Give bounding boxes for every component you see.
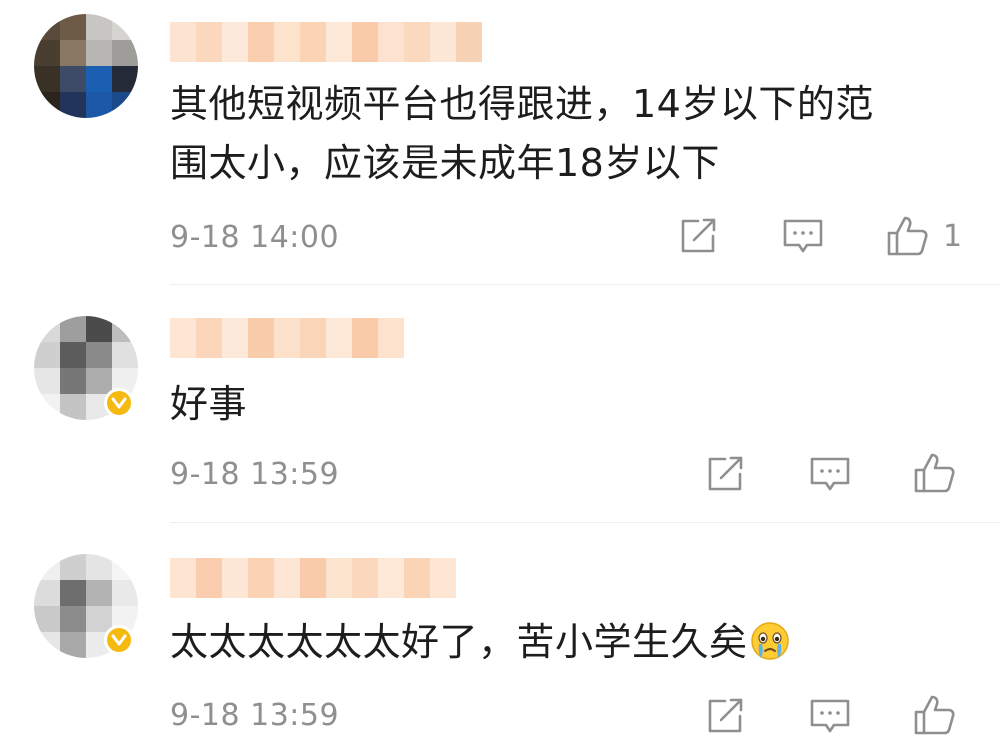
comment-icon [810,457,850,491]
like-button[interactable] [912,451,956,495]
comment-timestamp: 9-18 13:59 [170,457,340,492]
share-button[interactable] [678,216,718,256]
comment-timestamp: 9-18 13:59 [170,698,340,733]
comment-item: 其他短视频平台也得跟进，14岁以下的范 围太小，应该是未成年18岁以下 9-18… [0,0,1000,285]
username-redacted[interactable] [170,318,404,358]
share-icon [708,698,743,733]
like-icon [914,695,955,735]
comment-list: 其他短视频平台也得跟进，14岁以下的范 围太小，应该是未成年18岁以下 9-18… [0,0,1000,749]
comment-icon [810,699,850,733]
comment-text-line: 围太小，应该是未成年18岁以下 [170,141,720,185]
share-icon [681,218,716,253]
share-button[interactable] [705,696,745,736]
comment-text-line: 太太太太太太好了，苦小学生久矣 [170,614,790,670]
like-count: 1 [943,218,963,254]
like-icon [914,453,955,493]
username-redacted[interactable] [170,558,456,598]
comment-text-line: 其他短视频平台也得跟进，14岁以下的范 [170,82,874,126]
verified-badge-icon [104,625,134,655]
like-icon [887,216,928,256]
comment-timestamp: 9-18 14:00 [170,220,340,255]
comment-text-line: 好事 [170,382,248,426]
share-button[interactable] [705,454,745,494]
username-redacted[interactable] [170,22,482,62]
share-icon [708,456,743,491]
comment-button[interactable] [808,455,852,495]
like-button[interactable] [912,693,956,737]
comment-button[interactable] [808,697,852,737]
comment-text: 太太太太太太好了，苦小学生久矣 [170,620,748,664]
like-button[interactable]: 1 [885,214,962,258]
avatar[interactable] [34,14,138,118]
comment-button[interactable] [781,217,825,257]
verified-badge-icon [104,388,134,418]
comment-icon [783,219,823,253]
comment-item: 好事 9-18 13:59 [0,285,1000,522]
comment-item: 太太太太太太好了，苦小学生久矣 9-18 13:59 [0,522,1000,749]
crying-face-emoji [750,622,789,660]
